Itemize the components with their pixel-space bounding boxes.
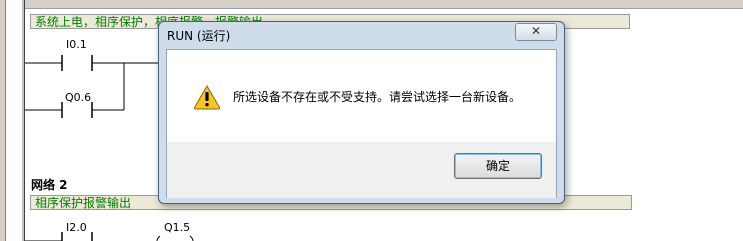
- contact-label-i01: I0.1: [66, 38, 87, 51]
- ok-button[interactable]: 确定: [454, 153, 542, 179]
- contact-label-q06: Q0.6: [65, 91, 92, 104]
- warning-icon: [193, 84, 221, 114]
- coil-q15-left[interactable]: [156, 235, 161, 241]
- close-button[interactable]: ✕: [515, 23, 557, 41]
- close-icon: ✕: [530, 24, 542, 38]
- coil-label-q15: Q1.5: [164, 221, 191, 234]
- coil-q15-right[interactable]: [189, 235, 194, 241]
- error-message: 所选设备不存在或不受支持。请尝试选择一台新设备。: [233, 90, 522, 104]
- ladder-editor: 系统上电，相序保护，相序报警，报警输出 I0.1 Q0.6 网络 2 相序保护报…: [0, 0, 743, 241]
- contact-label-i20: I2.0: [66, 221, 87, 234]
- run-error-dialog: RUN (运行) ✕ 所选设备不存在或不受支持。请尝试选择一台新设备。 确定: [158, 21, 565, 204]
- dialog-title: RUN (运行): [167, 29, 231, 43]
- message-area: 所选设备不存在或不受支持。请尝试选择一台新设备。: [167, 50, 556, 142]
- network2-title: 网络 2: [31, 178, 68, 192]
